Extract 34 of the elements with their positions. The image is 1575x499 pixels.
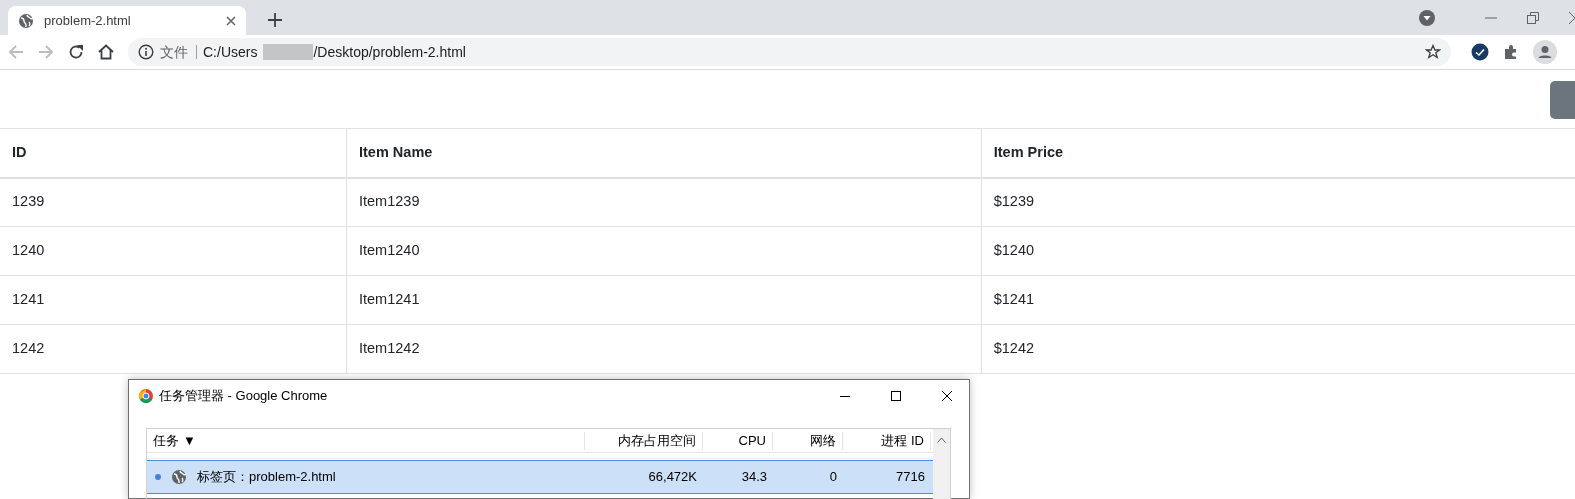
table-cell: Item1239	[346, 177, 982, 227]
column-header[interactable]: 内存占用空间	[585, 431, 703, 450]
column-header[interactable]: 进程 ID	[843, 431, 931, 450]
security-label: 文件	[160, 45, 197, 59]
column-header: ID	[0, 128, 347, 178]
task-name: 标签页：problem-2.html	[197, 468, 336, 487]
column-header[interactable]: 网络	[773, 431, 843, 450]
table-cell: 1239	[0, 177, 347, 227]
table-cell: $1241	[981, 275, 1575, 325]
table-cell: $1240	[981, 226, 1575, 276]
sort-indicator: ▼	[183, 432, 196, 448]
table-cell: $1242	[981, 324, 1575, 374]
address-bar[interactable]: 文件 C:/Users /Desktop/problem-2.html	[128, 38, 1451, 66]
table-cell: Item1242	[346, 324, 982, 374]
tab-title: problem-2.html	[44, 11, 132, 30]
table-cell: Item1240	[346, 226, 982, 276]
column-header[interactable]: CPU	[703, 431, 773, 450]
column-header: Item Price	[981, 128, 1575, 178]
column-header: Item Name	[346, 128, 982, 178]
table-cell-text: 7716	[895, 468, 926, 487]
window-title: 任务管理器 - Google Chrome	[159, 387, 328, 406]
url-text: C:/Users	[203, 42, 258, 62]
table-cell: $1239	[981, 177, 1575, 227]
table-cell: 1240	[0, 226, 347, 276]
table-cell: 1241	[0, 275, 347, 325]
table-cell-text: 66,472K	[647, 468, 698, 487]
browser-tab[interactable]: problem-2.html	[8, 6, 246, 35]
table-cell: 1242	[0, 324, 347, 374]
task-row[interactable]: 标签页：problem-2.html 66,472K 34.3 0 7716	[147, 461, 933, 493]
table-cell: Item1241	[346, 275, 982, 325]
column-header[interactable]: 任务	[153, 432, 179, 448]
url-text: /Desktop/problem-2.html	[313, 42, 466, 62]
table-cell-text: 34.3	[740, 468, 768, 487]
table-cell-text: 0	[828, 468, 838, 487]
